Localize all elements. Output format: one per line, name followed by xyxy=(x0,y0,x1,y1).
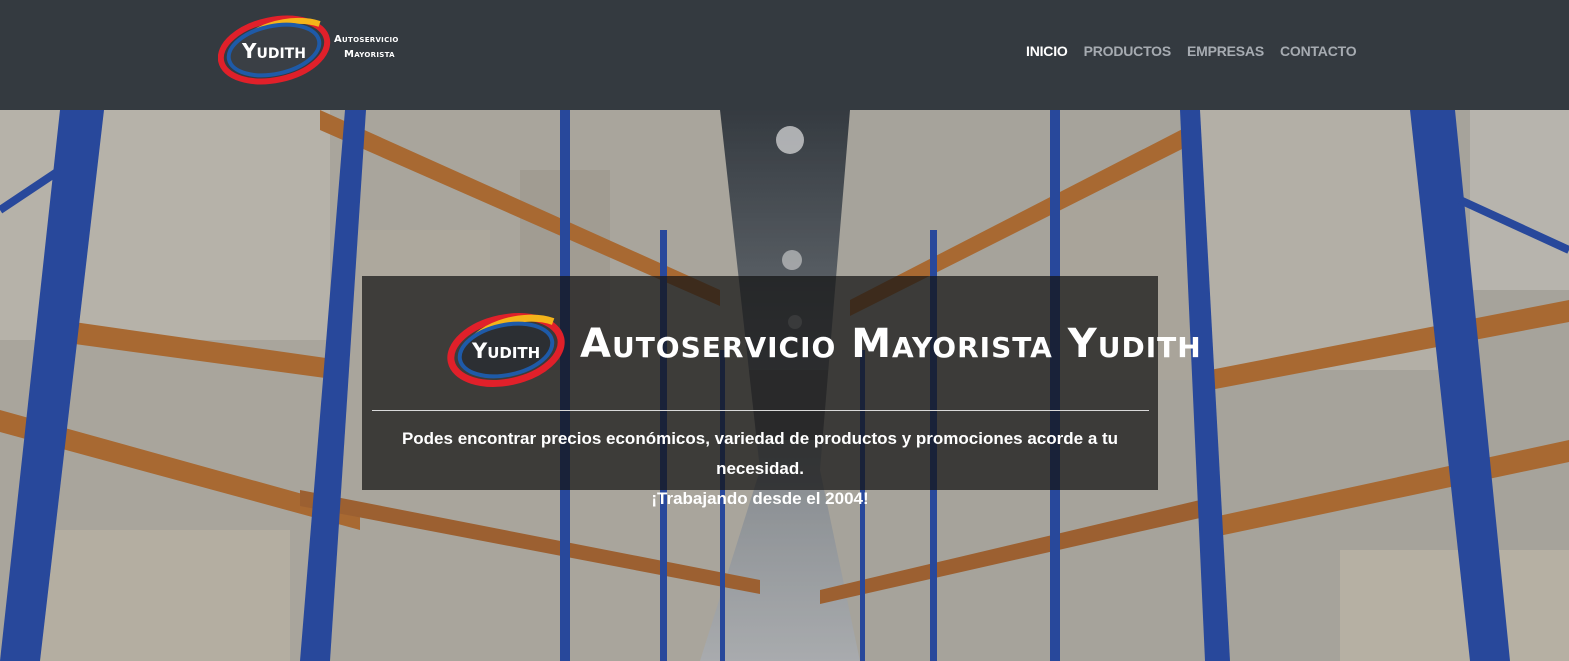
hero-logo-icon: Yudith xyxy=(447,313,565,387)
brand-line-2: Mayorista xyxy=(344,49,395,60)
hero-text-line-1: Podes encontrar precios económicos, vari… xyxy=(401,429,1119,478)
brand-logo-word: Yudith xyxy=(241,39,306,63)
nav-item-productos[interactable]: PRODUCTOS xyxy=(1084,43,1172,59)
hero-divider xyxy=(372,410,1149,411)
main-nav: INICIO PRODUCTOS EMPRESAS CONTACTO xyxy=(1026,43,1372,59)
hero-title: Autoservicio Mayorista Yudith xyxy=(580,321,1202,367)
hero-card: Yudith Autoservicio Mayorista Yudith Pod… xyxy=(362,276,1201,508)
brand-name: Autoservicio Mayorista xyxy=(334,32,399,62)
brand-logo-link[interactable]: Yudith Autoservicio Mayorista xyxy=(218,14,418,88)
hero-description: Podes encontrar precios económicos, vari… xyxy=(362,424,1158,514)
hero-text-line-2: ¡Trabajando desde el 2004! xyxy=(651,489,869,508)
hero-section: Yudith Autoservicio Mayorista Yudith Pod… xyxy=(0,110,1569,661)
brand-logo-icon: Yudith xyxy=(218,15,331,85)
hero-logo-word: Yudith xyxy=(471,339,540,363)
nav-item-empresas[interactable]: EMPRESAS xyxy=(1187,43,1264,59)
top-navbar: Yudith Autoservicio Mayorista INICIO PRO… xyxy=(0,0,1569,110)
brand-line-1: Autoservicio xyxy=(334,34,399,45)
nav-item-inicio[interactable]: INICIO xyxy=(1026,43,1068,59)
nav-item-contacto[interactable]: CONTACTO xyxy=(1280,43,1357,59)
